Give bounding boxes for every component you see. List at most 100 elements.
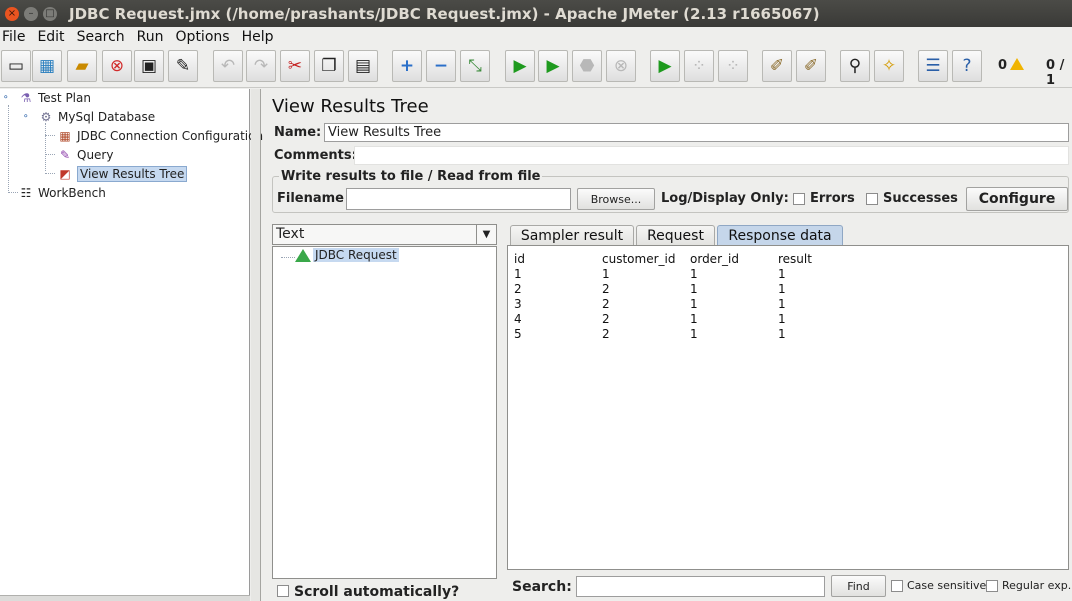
function-helper-button[interactable]: ☰ (918, 50, 948, 82)
configure-button[interactable]: Configure (966, 187, 1068, 211)
help-button[interactable]: ? (952, 50, 982, 82)
maximize-icon: □ (45, 7, 55, 19)
column-header: id (514, 252, 525, 266)
tree-item-view-results-tree[interactable]: ◩ View Results Tree (57, 165, 188, 183)
remote-start-button[interactable]: ▶ (650, 50, 680, 82)
redo-button[interactable]: ↷ (246, 50, 276, 82)
tree-item-test-plan[interactable]: ⚗ Test Plan (18, 89, 91, 107)
successes-checkbox[interactable] (866, 193, 878, 205)
new-button[interactable]: ▭ (1, 50, 31, 82)
warning-icon (1010, 58, 1025, 70)
copy-icon: ❐ (321, 56, 337, 76)
tree-expand-handle[interactable]: ⚬ (22, 112, 30, 122)
name-label: Name: (274, 125, 322, 140)
toolbar: ▭ ▦ ▰ ⊗ ▣ ✎ ↶ ↷ ✂ ❐ ▤ + − ⤡ ▶ ▶ ⬣ ⊗ ▶ ⁘ … (0, 46, 1072, 88)
tree-item-workbench[interactable]: ☷ WorkBench (18, 184, 106, 202)
tree-item-jdbc-connection-configuration[interactable]: ▦ JDBC Connection Configuration (57, 127, 263, 145)
start-no-pause-button[interactable]: ▶ (538, 50, 568, 82)
close-button[interactable]: ⊗ (102, 50, 132, 82)
view-results-tree-panel: View Results Tree Name: View Results Tre… (264, 89, 1072, 601)
find-button[interactable]: Find (831, 575, 886, 597)
name-field[interactable]: View Results Tree (324, 123, 1069, 142)
response-data-text[interactable]: id customer_id order_id result 1 1 1 1 2… (507, 245, 1069, 570)
menu-options[interactable]: Options (174, 29, 236, 45)
tree-expand-handle[interactable]: ⚬ (2, 93, 10, 103)
filename-field[interactable] (346, 188, 571, 210)
tree-horizontal-scrollbar[interactable] (0, 595, 250, 601)
regular-exp-checkbox[interactable] (986, 580, 998, 592)
remote-shutdown-button[interactable]: ⁘ (718, 50, 748, 82)
window-close-button[interactable]: × (5, 6, 19, 21)
menu-file[interactable]: File (0, 29, 31, 45)
errors-label: Errors (810, 191, 855, 206)
close-icon: ⊗ (109, 56, 125, 76)
table-cell: 1 (690, 267, 698, 281)
tab-response-data[interactable]: Response data (717, 225, 843, 246)
error-count: 0 (998, 58, 1025, 73)
listener-icon: ◩ (59, 167, 71, 181)
menu-search[interactable]: Search (75, 29, 131, 45)
reset-search-button[interactable]: ✧ (874, 50, 904, 82)
result-item-jdbc-request[interactable]: JDBC Request (313, 248, 399, 262)
save-as-button[interactable]: ✎ (168, 50, 198, 82)
collapse-button[interactable]: − (426, 50, 456, 82)
search-input[interactable] (576, 576, 825, 597)
errors-checkbox[interactable] (793, 193, 805, 205)
case-sensitive-checkbox[interactable] (891, 580, 903, 592)
shutdown-button[interactable]: ⊗ (606, 50, 636, 82)
copy-button[interactable]: ❐ (314, 50, 344, 82)
expand-button[interactable]: + (392, 50, 422, 82)
table-cell: 1 (690, 327, 698, 341)
thread-group-icon: ⚙ (40, 110, 52, 124)
search-label: Search: (512, 579, 572, 595)
comments-label: Comments: (274, 148, 357, 163)
scroll-automatically-label: Scroll automatically? (294, 584, 460, 600)
comments-field[interactable] (354, 146, 1069, 165)
search-button[interactable]: ⚲ (840, 50, 870, 82)
sampler-icon: ✎ (59, 148, 71, 162)
save-button[interactable]: ▣ (134, 50, 164, 82)
undo-button[interactable]: ↶ (213, 50, 243, 82)
remote-shutdown-icon: ⁘ (725, 56, 741, 76)
clear-all-button[interactable]: ✐ (796, 50, 826, 82)
window-minimize-button[interactable]: – (24, 6, 38, 21)
table-cell: 1 (778, 282, 786, 296)
open-button[interactable]: ▰ (67, 50, 97, 82)
menu-run[interactable]: Run (135, 29, 170, 45)
undo-icon: ↶ (220, 56, 236, 76)
save-icon: ▣ (140, 56, 158, 76)
success-icon (295, 249, 311, 262)
menu-help[interactable]: Help (240, 29, 280, 45)
tree-item-query[interactable]: ✎ Query (57, 146, 114, 164)
renderer-select[interactable]: Text ▼ (272, 224, 497, 245)
paste-icon: ▤ (354, 56, 372, 76)
stop-button[interactable]: ⬣ (572, 50, 602, 82)
shutdown-icon: ⊗ (613, 56, 629, 76)
thread-count: 0 / 1 (1046, 58, 1065, 88)
scroll-automatically-checkbox[interactable] (277, 585, 289, 597)
remote-stop-button[interactable]: ⁘ (684, 50, 714, 82)
tree-item-mysql-database[interactable]: ⚙ MySql Database (38, 108, 156, 126)
clear-button[interactable]: ✐ (762, 50, 792, 82)
browse-button[interactable]: Browse... (577, 188, 655, 210)
tab-sampler-result[interactable]: Sampler result (510, 225, 634, 246)
window-maximize-button[interactable]: □ (43, 6, 57, 21)
table-cell: 1 (690, 282, 698, 296)
table-cell: 1 (778, 267, 786, 281)
expand-icon: + (399, 56, 415, 76)
table-cell: 1 (778, 327, 786, 341)
tab-request[interactable]: Request (636, 225, 715, 246)
paste-button[interactable]: ▤ (348, 50, 378, 82)
menu-edit[interactable]: Edit (35, 29, 70, 45)
templates-button[interactable]: ▦ (32, 50, 62, 82)
cut-button[interactable]: ✂ (280, 50, 310, 82)
table-cell: 1 (514, 267, 522, 281)
test-plan-tree: ⚬ ⚬ ⚗ Test Plan ⚙ MySql Database ▦ JDBC … (0, 89, 263, 596)
column-header: result (778, 252, 812, 266)
panel-splitter[interactable] (251, 89, 261, 601)
chevron-down-icon[interactable]: ▼ (476, 225, 496, 244)
panel-heading: View Results Tree (272, 96, 429, 117)
table-cell: 1 (602, 267, 610, 281)
start-button[interactable]: ▶ (505, 50, 535, 82)
toggle-button[interactable]: ⤡ (460, 50, 490, 82)
